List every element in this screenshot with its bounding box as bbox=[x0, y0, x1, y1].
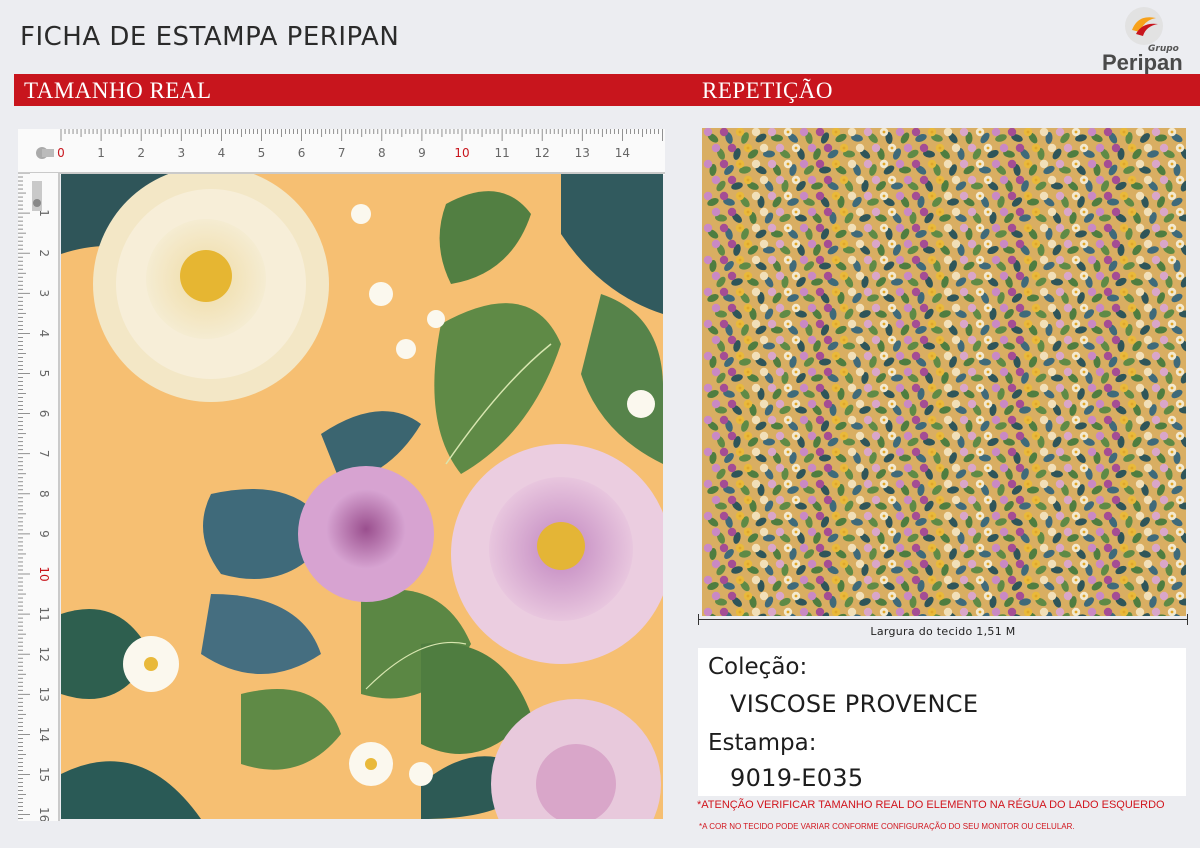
floral-pattern-image bbox=[61, 174, 663, 819]
ruler-left-number: 13 bbox=[37, 687, 51, 702]
ruler-top-number: 6 bbox=[298, 146, 306, 160]
logo-name-text: Peripan bbox=[1102, 50, 1183, 75]
print-code: 9019-E035 bbox=[730, 764, 864, 792]
cream-flower bbox=[93, 174, 329, 402]
fabric-width-line bbox=[698, 619, 1188, 620]
ruler-top: 0 1 2 3 4 5 6 7 8 9 10 11 12 13 14 bbox=[18, 129, 665, 175]
color-warning: *A COR NO TECIDO PODE VARIAR CONFORME CO… bbox=[699, 822, 1075, 831]
peripan-logo: Grupo Peripan bbox=[1100, 6, 1190, 75]
ruler-left: 1 2 3 4 5 6 7 8 9 10 11 12 13 14 15 16 bbox=[18, 173, 60, 821]
ruler-left-number: 2 bbox=[37, 249, 51, 257]
ruler-left-number: 8 bbox=[37, 490, 51, 498]
floral-repeat-image bbox=[703, 128, 1186, 616]
ruler-top-number: 13 bbox=[575, 146, 590, 160]
ruler-left-number: 7 bbox=[37, 450, 51, 458]
ruler-left-number: 15 bbox=[37, 767, 51, 782]
ruler-left-number: 5 bbox=[37, 370, 51, 378]
ruler-top-number: 7 bbox=[338, 146, 346, 160]
collection-label: Coleção: bbox=[708, 654, 808, 680]
section-title-real-size: TAMANHO REAL bbox=[24, 78, 212, 103]
ruler-top-number: 14 bbox=[615, 146, 630, 160]
ruler-left-number: 3 bbox=[37, 289, 51, 297]
print-label: Estampa: bbox=[708, 730, 817, 756]
pattern-real-size bbox=[61, 174, 663, 819]
ruler-left-number: 12 bbox=[37, 647, 51, 662]
ruler-left-number: 11 bbox=[37, 606, 51, 621]
fabric-width-label: Largura do tecido 1,51 M bbox=[870, 625, 1016, 638]
pattern-repeat bbox=[702, 128, 1186, 616]
ruler-left-number: 14 bbox=[37, 727, 51, 742]
ruler-top-number: 10 bbox=[454, 146, 469, 160]
page-title: FICHA DE ESTAMPA PERIPAN bbox=[20, 22, 400, 52]
ruler-left-number: 4 bbox=[37, 330, 51, 338]
ruler-top-number: 0 bbox=[57, 146, 65, 160]
ruler-top-number: 8 bbox=[378, 146, 386, 160]
size-warning: *ATENÇÃO VERIFICAR TAMANHO REAL DO ELEME… bbox=[697, 799, 1165, 811]
magenta-flower bbox=[298, 466, 434, 602]
ruler-left-number: 9 bbox=[37, 530, 51, 538]
ruler-left-number: 16 bbox=[37, 807, 51, 821]
ruler-top-number: 3 bbox=[177, 146, 185, 160]
ruler-left-number: 6 bbox=[37, 410, 51, 418]
ruler-top-number: 9 bbox=[418, 146, 426, 160]
ruler-top-number: 5 bbox=[258, 146, 266, 160]
ruler-top-number: 2 bbox=[137, 146, 145, 160]
ruler-top-number: 1 bbox=[97, 146, 105, 160]
ruler-top-number: 12 bbox=[535, 146, 550, 160]
ruler-top-number: 4 bbox=[218, 146, 226, 160]
ruler-top-number: 11 bbox=[494, 146, 509, 160]
collection-value: VISCOSE PROVENCE bbox=[730, 690, 979, 718]
ruler-left-number: 10 bbox=[37, 566, 51, 581]
section-title-repeat: REPETIÇÃO bbox=[702, 78, 833, 103]
fabric-width-tick-right bbox=[1187, 614, 1188, 625]
pink-flower bbox=[451, 444, 663, 664]
print-info-box: Coleção: VISCOSE PROVENCE Estampa: 9019-… bbox=[698, 648, 1186, 796]
peripan-logo-mark-icon bbox=[1125, 7, 1163, 45]
